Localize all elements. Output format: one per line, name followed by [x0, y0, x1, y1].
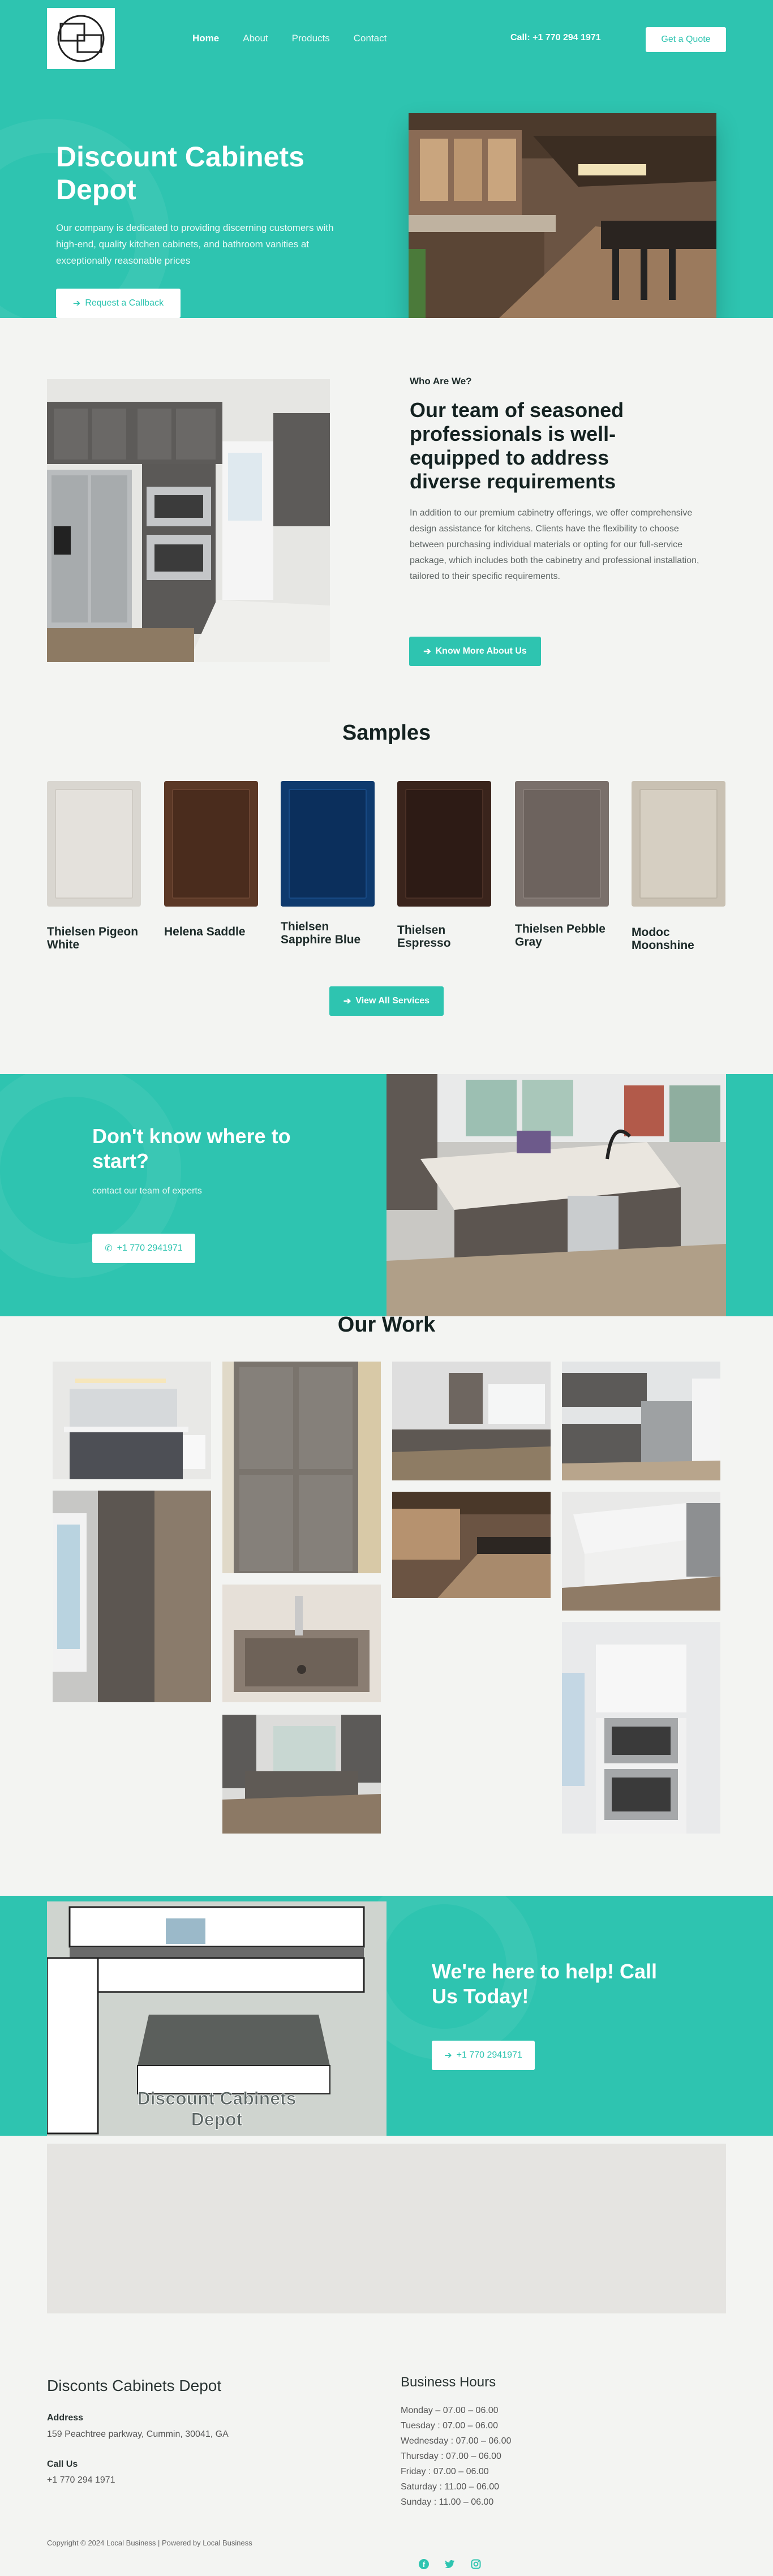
hours-friday: Friday : 07.00 – 06.00: [401, 2467, 489, 2476]
cta-phone-label: +1 770 2941971: [117, 1243, 183, 1253]
work-photo-pantry-2[interactable]: [53, 1491, 211, 1702]
work-photo-kitchen-4[interactable]: [222, 1715, 381, 1834]
cta-call-phone-label: +1 770 2941971: [456, 2050, 522, 2060]
footer-call-label: Call Us: [47, 2459, 78, 2469]
nav-home[interactable]: Home: [192, 33, 219, 44]
work-title: Our Work: [337, 1313, 436, 1337]
know-more-button[interactable]: ➔ Know More About Us: [409, 637, 541, 666]
business-hours-list: Monday – 07.00 – 06.00 Tuesday : 07.00 –…: [401, 2403, 511, 2510]
cta-start-title: Don't know where to start?: [92, 1124, 291, 1173]
instagram-icon[interactable]: [471, 2559, 481, 2569]
samples-title: Samples: [342, 721, 431, 745]
hours-thursday: Thursday : 07.00 – 06.00: [401, 2452, 501, 2461]
header-phone[interactable]: Call: +1 770 294 1971: [510, 33, 601, 43]
work-photo-kitchen-2[interactable]: [562, 1362, 720, 1480]
work-photo-vanity[interactable]: [53, 1362, 211, 1479]
arrow-right-icon: ➔: [444, 2051, 452, 2060]
work-photo-oven[interactable]: [562, 1622, 720, 1834]
work-photo-kitchen-1[interactable]: [392, 1362, 551, 1480]
logo-mark: [57, 15, 105, 62]
arrow-right-icon: ➔: [423, 647, 431, 656]
hours-tuesday: Tuesday : 07.00 – 06.00: [401, 2421, 498, 2431]
facebook-icon[interactable]: f: [419, 2559, 429, 2569]
sample-swatch-3[interactable]: [281, 781, 375, 907]
cta-call-section: Discount Cabinets Depot We're here to he…: [0, 1896, 773, 2136]
footer-phone[interactable]: +1 770 294 1971: [47, 2475, 115, 2485]
request-callback-label: Request a Callback: [85, 298, 164, 308]
request-callback-button[interactable]: ➔ Request a Callback: [56, 289, 181, 318]
render-caption: Discount Cabinets Depot: [137, 2088, 297, 2130]
hours-wednesday: Wednesday : 07.00 – 06.00: [401, 2436, 512, 2446]
hero-title-line1: Discount Cabinets: [56, 141, 304, 173]
work-photo-kitchen-3[interactable]: [392, 1492, 551, 1598]
hero-title-line2: Depot: [56, 174, 136, 205]
sample-name-2: Helena Saddle: [164, 925, 246, 938]
work-photo-pantry-1[interactable]: [222, 1362, 381, 1573]
main-nav: Home About Products Contact: [192, 33, 410, 44]
view-all-services-button[interactable]: ➔ View All Services: [329, 986, 444, 1016]
nav-contact[interactable]: Contact: [354, 33, 387, 44]
hero-description: Our company is dedicated to providing di…: [56, 222, 334, 266]
know-more-label: Know More About Us: [435, 646, 527, 656]
arrow-right-icon: ➔: [72, 299, 81, 308]
hero-title: Discount Cabinets Depot: [56, 140, 304, 206]
work-photo-sink[interactable]: [222, 1585, 381, 1702]
footer-copyright: Copyright © 2024 Local Business | Powere…: [47, 2539, 252, 2547]
footer-address: 159 Peachtree parkway, Cummin, 30041, GA: [47, 2429, 229, 2439]
sample-name-5: Thielsen Pebble Gray: [515, 922, 605, 948]
sample-name-1: Thielsen Pigeon White: [47, 925, 139, 951]
footer-company: Disconts Cabinets Depot: [47, 2377, 222, 2394]
about-kitchen-photo: [47, 379, 330, 662]
nav-about[interactable]: About: [243, 33, 268, 44]
sample-swatch-2[interactable]: [164, 781, 258, 907]
cabinet-render-image: Discount Cabinets Depot: [47, 1901, 386, 2136]
get-quote-button[interactable]: Get a Quote: [646, 27, 726, 52]
sample-swatch-6[interactable]: [632, 781, 725, 907]
twitter-icon[interactable]: [445, 2559, 455, 2569]
sample-swatch-5[interactable]: [515, 781, 609, 907]
hero-section: Home About Products Contact Call: +1 770…: [0, 0, 773, 318]
logo[interactable]: [47, 8, 115, 69]
sample-swatch-4[interactable]: [397, 781, 491, 907]
cta-start-subtitle: contact our team of experts: [92, 1186, 202, 1196]
sample-name-3: Thielsen Sapphire Blue: [281, 920, 361, 946]
sample-name-6: Modoc Moonshine: [632, 926, 694, 952]
about-body: In addition to our premium cabinetry off…: [410, 508, 699, 581]
view-all-services-label: View All Services: [355, 996, 430, 1006]
hours-monday: Monday – 07.00 – 06.00: [401, 2406, 499, 2415]
arrow-right-icon: ➔: [343, 997, 351, 1006]
map-embed[interactable]: [47, 2144, 726, 2313]
cta-start-section: Don't know where to start? contact our t…: [0, 1074, 773, 1316]
about-heading: Our team of seasoned professionals is we…: [410, 398, 624, 493]
sample-swatch-1[interactable]: [47, 781, 141, 907]
cta-call-phone-button[interactable]: ➔ +1 770 2941971: [432, 2041, 535, 2070]
hero-kitchen-photo: [409, 113, 716, 318]
nav-products[interactable]: Products: [292, 33, 330, 44]
phone-icon: ✆: [105, 1244, 113, 1253]
work-photo-corner[interactable]: [562, 1492, 720, 1611]
social-links: f: [419, 2559, 481, 2569]
footer-address-label: Address: [47, 2413, 84, 2423]
hours-saturday: Saturday : 11.00 – 06.00: [401, 2482, 500, 2492]
cta-call-title: We're here to help! Call Us Today!: [432, 1960, 657, 2008]
cta-phone-button[interactable]: ✆ +1 770 2941971: [92, 1234, 195, 1263]
sample-name-4: Thielsen Espresso: [397, 924, 451, 950]
cta-island-photo: [386, 1074, 726, 1316]
business-hours-title: Business Hours: [401, 2375, 496, 2390]
about-eyebrow: Who Are We?: [410, 376, 472, 387]
hours-sunday: Sunday : 11.00 – 06.00: [401, 2497, 494, 2507]
